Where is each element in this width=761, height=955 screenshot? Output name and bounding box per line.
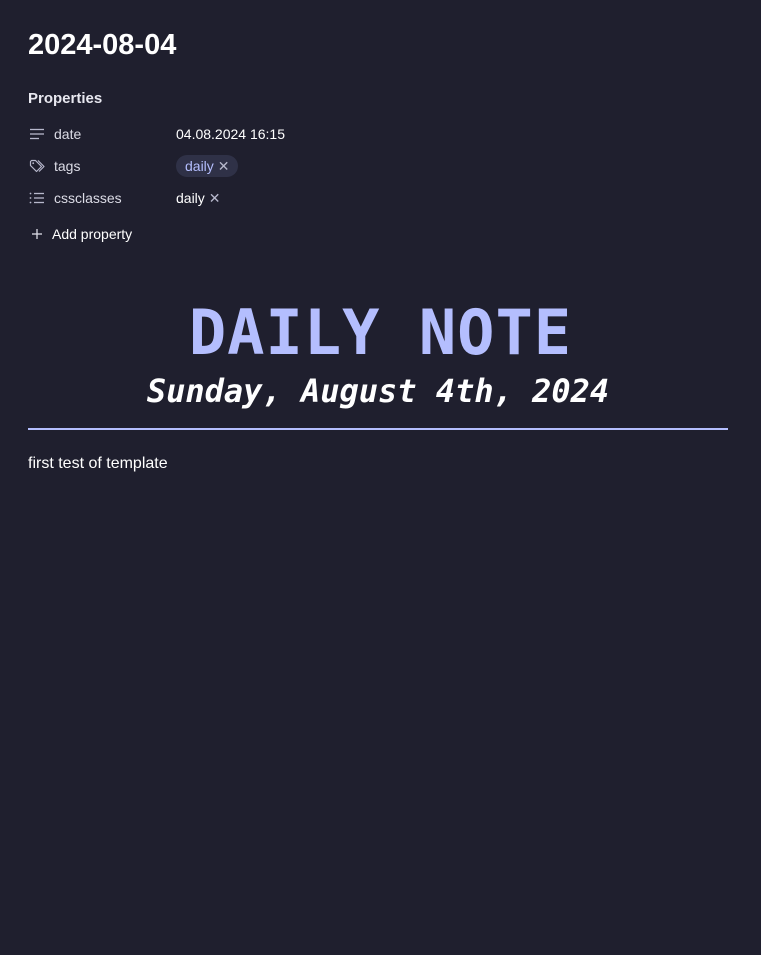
tags-icon <box>28 158 46 174</box>
banner-date[interactable]: Sunday, August 4th, 2024 <box>0 371 756 411</box>
property-key-label: tags <box>54 158 81 174</box>
close-icon[interactable]: ✕ <box>218 157 230 175</box>
property-row-tags: tags daily ✕ <box>28 153 708 179</box>
text-lines-icon <box>28 126 46 142</box>
note-view: 2024-08-04 Properties date 04.08.2024 16… <box>0 0 761 955</box>
add-property-button[interactable]: Add property <box>30 222 132 246</box>
note-title[interactable]: 2024-08-04 <box>28 27 176 63</box>
property-value-date[interactable]: 04.08.2024 16:15 <box>176 126 285 142</box>
banner-title[interactable]: DAILY NOTE <box>0 296 761 370</box>
property-key-tags[interactable]: tags <box>28 158 176 174</box>
tag-pill[interactable]: daily ✕ <box>176 155 238 177</box>
property-key-label: date <box>54 126 82 142</box>
close-icon[interactable]: ✕ <box>209 190 221 207</box>
divider <box>28 428 728 430</box>
cssclass-value[interactable]: daily <box>176 190 205 206</box>
property-key-cssclasses[interactable]: cssclasses <box>28 190 176 206</box>
property-value-cssclasses: daily ✕ <box>176 190 221 207</box>
plus-icon <box>30 228 44 240</box>
list-icon <box>28 190 46 206</box>
property-key-label: cssclasses <box>54 190 122 206</box>
tag-label: daily <box>185 158 214 174</box>
property-row-cssclasses: cssclasses daily ✕ <box>28 185 708 211</box>
note-body-text[interactable]: first test of template <box>28 453 168 475</box>
add-property-label: Add property <box>52 226 133 242</box>
property-value-tags: daily ✕ <box>176 155 238 177</box>
property-row-date: date 04.08.2024 16:15 <box>28 121 708 147</box>
properties-heading[interactable]: Properties <box>28 89 102 109</box>
property-key-date[interactable]: date <box>28 126 176 142</box>
